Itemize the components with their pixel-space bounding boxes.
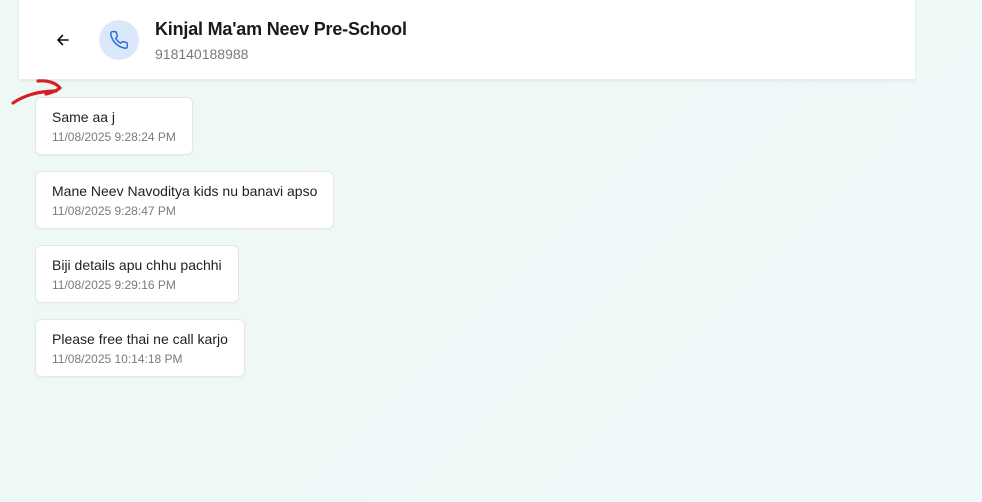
arrow-left-icon bbox=[57, 34, 69, 46]
message-bubble: Please free thai ne call karjo 11/08/202… bbox=[35, 319, 245, 377]
message-text: Mane Neev Navoditya kids nu banavi apso bbox=[52, 183, 318, 199]
contact-phone: 918140188988 bbox=[155, 46, 249, 62]
message-timestamp: 11/08/2025 9:28:24 PM bbox=[52, 130, 176, 144]
contact-name: Kinjal Ma'am Neev Pre-School bbox=[155, 19, 407, 39]
message-text: Please free thai ne call karjo bbox=[52, 331, 228, 347]
message-bubble: Biji details apu chhu pachhi 11/08/2025 … bbox=[35, 245, 239, 303]
message-bubble: Same aa j 11/08/2025 9:28:24 PM bbox=[35, 97, 193, 155]
message-timestamp: 11/08/2025 10:14:18 PM bbox=[52, 352, 183, 366]
avatar bbox=[99, 20, 139, 60]
message-timestamp: 11/08/2025 9:29:16 PM bbox=[52, 278, 176, 292]
back-button[interactable] bbox=[51, 28, 75, 52]
message-text: Same aa j bbox=[52, 109, 116, 125]
chat-header: Kinjal Ma'am Neev Pre-School 91814018898… bbox=[19, 0, 915, 80]
phone-icon bbox=[110, 30, 129, 49]
message-text: Biji details apu chhu pachhi bbox=[52, 257, 222, 273]
message-timestamp: 11/08/2025 9:28:47 PM bbox=[52, 204, 176, 218]
message-bubble: Mane Neev Navoditya kids nu banavi apso … bbox=[35, 171, 335, 229]
